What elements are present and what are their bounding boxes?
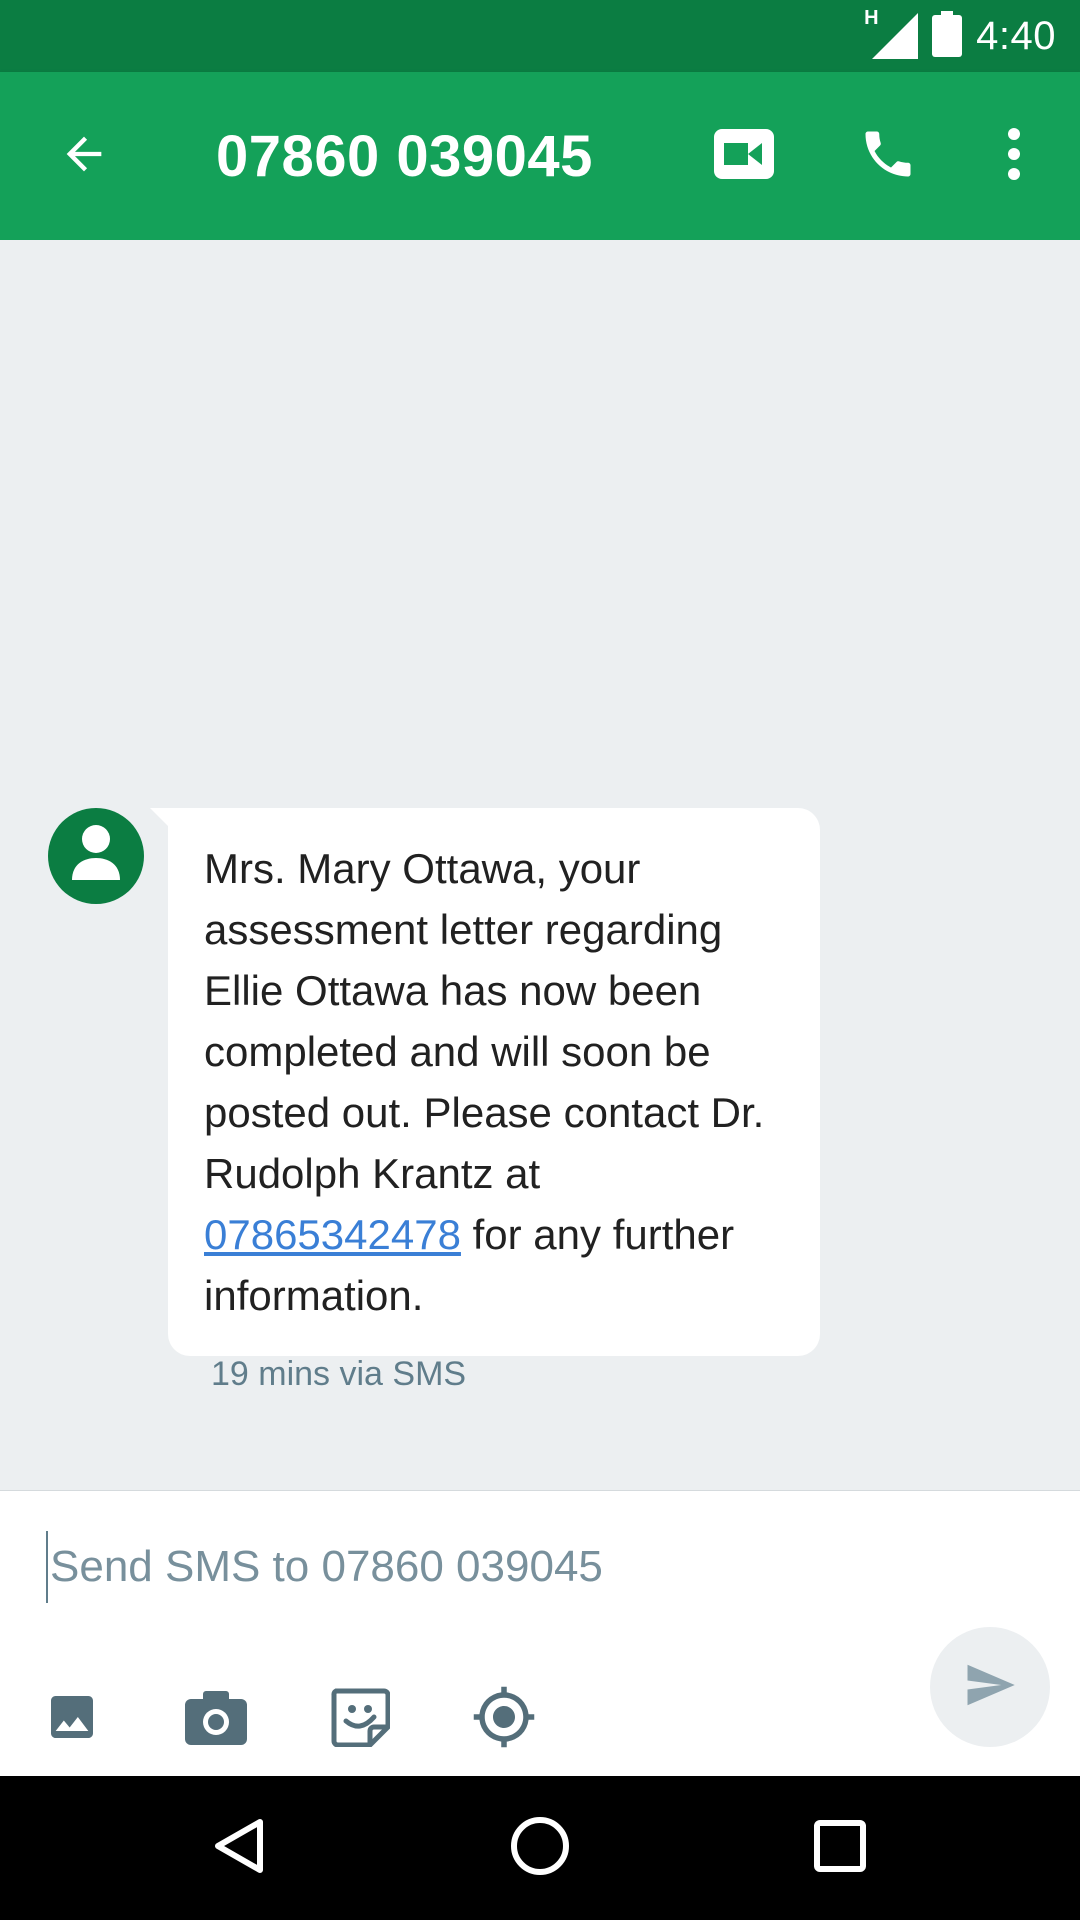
back-arrow-icon — [58, 128, 110, 185]
sms-input[interactable] — [46, 1531, 950, 1603]
contact-avatar[interactable] — [48, 808, 144, 904]
person-icon — [70, 824, 122, 889]
battery-icon — [932, 10, 963, 62]
system-nav-bar — [0, 1776, 1080, 1920]
conversation-title: 07860 039045 — [216, 123, 593, 189]
message-bubble[interactable]: Mrs. Mary Ottawa, your assessment letter… — [168, 808, 820, 1356]
signal-icon: H — [864, 7, 919, 59]
more-vert-icon — [1004, 126, 1024, 187]
app-bar: 07860 039045 — [0, 72, 1080, 240]
video-call-icon — [712, 127, 776, 186]
conversation-view[interactable]: Mrs. Mary Ottawa, your assessment letter… — [0, 240, 1080, 1490]
status-bar: H 4:40 — [0, 0, 1080, 72]
location-icon — [471, 1684, 537, 1755]
more-options-button[interactable] — [972, 114, 1056, 198]
composer — [0, 1490, 1080, 1777]
call-button[interactable] — [846, 114, 930, 198]
send-button[interactable] — [930, 1627, 1050, 1747]
gallery-icon — [44, 1689, 100, 1750]
camera-icon — [185, 1689, 247, 1750]
network-type-label: H — [864, 7, 879, 29]
phone-number-link[interactable]: 07865342478 — [204, 1211, 461, 1258]
sticker-button[interactable] — [318, 1677, 402, 1761]
recents-square-icon — [813, 1819, 867, 1878]
send-icon — [963, 1658, 1017, 1717]
message-text: Mrs. Mary Ottawa, your assessment letter… — [204, 845, 765, 1197]
message-meta: 19 mins via SMS — [211, 1355, 467, 1393]
back-button[interactable] — [42, 114, 126, 198]
message-bubble-tail — [150, 808, 168, 826]
phone-icon — [858, 124, 918, 189]
sticker-icon — [330, 1687, 391, 1752]
nav-home-button[interactable] — [492, 1800, 588, 1896]
status-icons: H 4:40 — [864, 0, 1056, 72]
location-button[interactable] — [462, 1677, 546, 1761]
nav-recents-button[interactable] — [792, 1800, 888, 1896]
home-circle-icon — [509, 1815, 571, 1882]
gallery-button[interactable] — [30, 1677, 114, 1761]
nav-back-button[interactable] — [192, 1800, 288, 1896]
video-call-button[interactable] — [702, 114, 786, 198]
back-triangle-icon — [210, 1816, 270, 1881]
status-time: 4:40 — [976, 13, 1056, 58]
camera-button[interactable] — [174, 1677, 258, 1761]
